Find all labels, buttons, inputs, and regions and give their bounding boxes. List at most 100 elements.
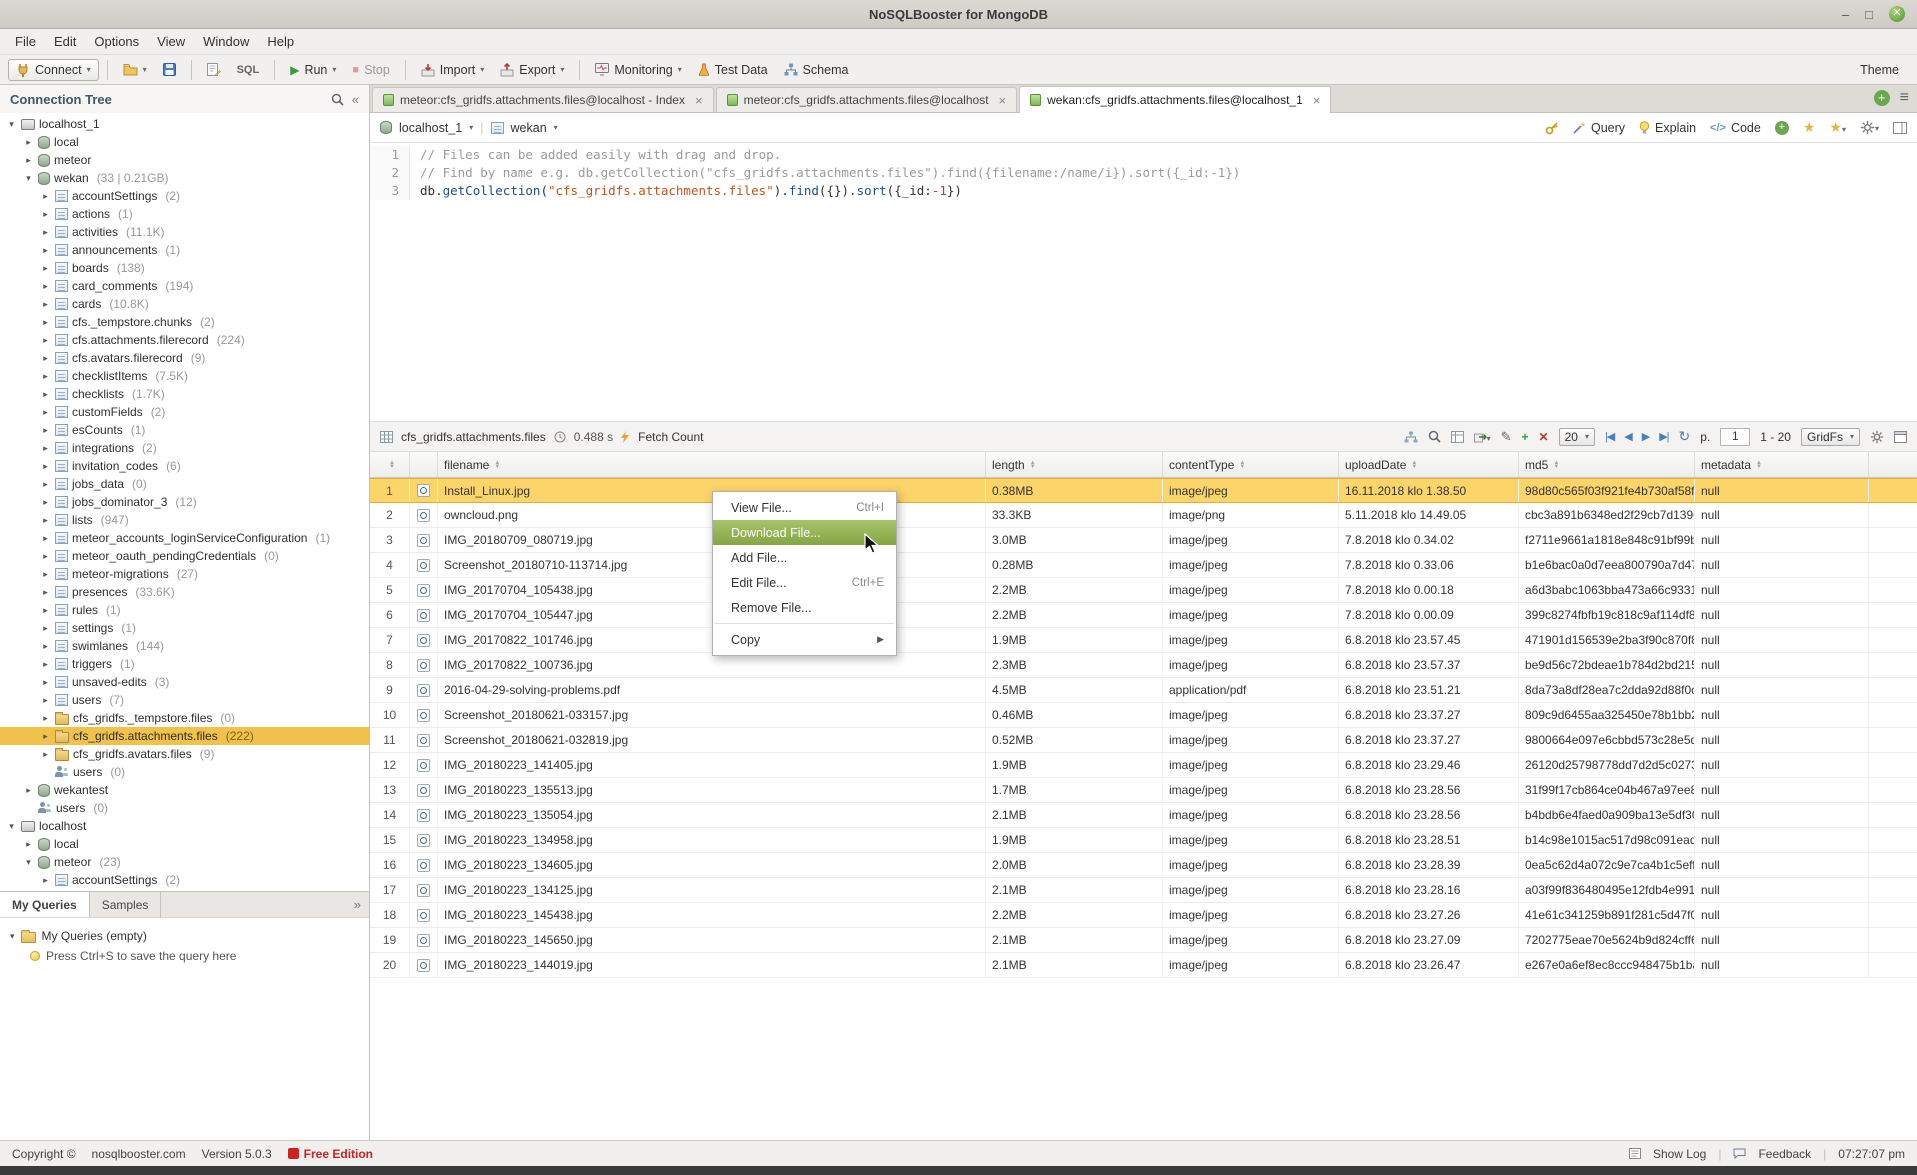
breadcrumb-connection[interactable]: localhost_1 (399, 121, 462, 135)
page-input[interactable]: 1 (1720, 428, 1750, 446)
view-file-icon[interactable] (417, 784, 430, 797)
my-queries-root[interactable]: ▾ My Queries (empty) (10, 926, 359, 946)
tree-item-accountsettings[interactable]: ▸accountSettings(2) (0, 187, 369, 205)
expand-arrow-icon[interactable]: ▸ (40, 245, 51, 256)
search-icon[interactable] (331, 93, 344, 106)
table-row[interactable]: 92016-04-29-solving-problems.pdf4.5MBapp… (370, 678, 1917, 703)
expand-arrow-icon[interactable]: ▸ (40, 731, 51, 742)
table-row[interactable]: 10Screenshot_20180621-033157.jpg0.46MBim… (370, 703, 1917, 728)
new-tab-icon[interactable]: + (1874, 90, 1890, 106)
table-row[interactable]: 17IMG_20180223_134125.jpg2.1MBimage/jpeg… (370, 878, 1917, 903)
tree-item-users[interactable]: users(0) (0, 763, 369, 781)
expand-arrow-icon[interactable]: ▸ (40, 641, 51, 652)
feedback-button[interactable]: Feedback (1758, 1147, 1811, 1161)
collapse-arrow-icon[interactable]: ▾ (6, 821, 17, 832)
expand-arrow-icon[interactable]: ▸ (40, 605, 51, 616)
sort-icon[interactable]: ▲▼ (1030, 461, 1036, 469)
save-button[interactable] (156, 60, 183, 79)
expand-arrow-icon[interactable]: ▸ (40, 389, 51, 400)
tree-item-cfs-avatars-filerecord[interactable]: ▸cfs.avatars.filerecord(9) (0, 349, 369, 367)
expand-arrow-icon[interactable]: ▸ (23, 839, 34, 850)
expand-arrow-icon[interactable]: ▸ (40, 551, 51, 562)
import-button[interactable]: Import ▾ (414, 60, 491, 80)
schema-button[interactable]: Schema (777, 60, 856, 80)
tree-item-jobs-dominator-3[interactable]: ▸jobs_dominator_3(12) (0, 493, 369, 511)
open-file-button[interactable]: ▾ (116, 60, 154, 79)
tree-item-settings[interactable]: ▸settings(1) (0, 619, 369, 637)
tree-item-checklists[interactable]: ▸checklists(1.7K) (0, 385, 369, 403)
star-icon[interactable]: ★ (1803, 119, 1816, 136)
collapse-arrow-icon[interactable]: ▾ (10, 931, 15, 942)
view-file-icon[interactable] (417, 734, 430, 747)
tree-item-actions[interactable]: ▸actions(1) (0, 205, 369, 223)
table-row[interactable]: 16IMG_20180223_134605.jpg2.0MBimage/jpeg… (370, 853, 1917, 878)
key-icon[interactable] (1545, 121, 1559, 135)
tree-item-card-comments[interactable]: ▸card_comments(194) (0, 277, 369, 295)
table-row[interactable]: 5IMG_20170704_105438.jpg2.2MBimage/jpeg7… (370, 578, 1917, 603)
tree-item-jobs-data[interactable]: ▸jobs_data(0) (0, 475, 369, 493)
tree-item-local[interactable]: ▸local (0, 835, 369, 853)
column-header-length[interactable]: length▲▼ (986, 452, 1163, 477)
expand-arrow-icon[interactable]: ▸ (40, 497, 51, 508)
expand-arrow-icon[interactable]: ▸ (40, 875, 51, 886)
menu-file[interactable]: File (6, 31, 45, 52)
tree-item-meteor-oauth-pendingcredentials[interactable]: ▸meteor_oauth_pendingCredentials(0) (0, 547, 369, 565)
tree-item-triggers[interactable]: ▸triggers(1) (0, 655, 369, 673)
edit-document-icon[interactable]: ✎ (1501, 429, 1512, 445)
export-button[interactable]: Export ▾ (493, 60, 571, 80)
tab-my-queries[interactable]: My Queries (0, 892, 90, 917)
query-button[interactable]: Query (1573, 121, 1625, 135)
menu-options[interactable]: Options (85, 31, 148, 52)
expand-arrow-icon[interactable]: ▸ (23, 137, 34, 148)
collapse-arrow-icon[interactable]: ▾ (23, 173, 34, 184)
site-link[interactable]: nosqlbooster.com (92, 1147, 186, 1161)
search-icon[interactable] (1428, 430, 1441, 443)
settings-menu[interactable]: ▾ (1860, 120, 1879, 135)
delete-document-icon[interactable]: ✕ (1539, 430, 1549, 444)
tree-item-cfs-tempstore-chunks[interactable]: ▸cfs._tempstore.chunks(2) (0, 313, 369, 331)
breadcrumb-database[interactable]: wekan (511, 121, 547, 135)
code-line[interactable]: 3db.getCollection("cfs_gridfs.attachment… (370, 182, 1917, 200)
column-header-md5[interactable]: md5▲▼ (1519, 452, 1695, 477)
sort-icon[interactable]: ▲▼ (389, 461, 395, 469)
next-page-icon[interactable]: ▶ (1642, 430, 1649, 443)
view-file-icon[interactable] (417, 884, 430, 897)
expand-arrow-icon[interactable]: ▸ (40, 713, 51, 724)
hierarchy-icon[interactable] (1404, 431, 1418, 443)
tab-close-icon[interactable]: × (999, 93, 1007, 108)
context-menu-item-view-file[interactable]: View File...Ctrl+I (713, 495, 896, 520)
sort-icon[interactable]: ▲▼ (1411, 461, 1417, 469)
expand-arrow-icon[interactable]: ▸ (23, 785, 34, 796)
tree-item-meteor-migrations[interactable]: ▸meteor-migrations(27) (0, 565, 369, 583)
show-log-button[interactable]: Show Log (1653, 1147, 1706, 1161)
expand-arrow-icon[interactable]: ▸ (40, 515, 51, 526)
menu-window[interactable]: Window (194, 31, 258, 52)
expand-arrow-icon[interactable]: ▸ (40, 749, 51, 760)
tab-samples[interactable]: Samples (90, 892, 162, 917)
collapse-arrow-icon[interactable]: ▾ (23, 857, 34, 868)
explain-button[interactable]: Explain (1639, 121, 1696, 135)
view-file-icon[interactable] (417, 509, 430, 522)
sort-icon[interactable]: ▲▼ (1553, 461, 1559, 469)
tree-item-swimlanes[interactable]: ▸swimlanes(144) (0, 637, 369, 655)
expand-arrow-icon[interactable]: ▸ (40, 371, 51, 382)
expand-arrow-icon[interactable]: ▸ (23, 155, 34, 166)
expand-arrow-icon[interactable]: ▸ (40, 443, 51, 454)
refresh-icon[interactable]: ↻ (1679, 428, 1691, 445)
stop-button[interactable]: ■ Stop (345, 60, 396, 80)
maximize-panel-icon[interactable] (1894, 431, 1907, 443)
expand-arrow-icon[interactable]: ▸ (40, 191, 51, 202)
tree-item-invitation-codes[interactable]: ▸invitation_codes(6) (0, 457, 369, 475)
expand-arrow-icon[interactable]: ▸ (40, 281, 51, 292)
tree-item-meteor[interactable]: ▾meteor(23) (0, 853, 369, 871)
tree-item-meteor-accounts-loginserviceconfiguration[interactable]: ▸meteor_accounts_loginServiceConfigurati… (0, 529, 369, 547)
first-page-icon[interactable]: |◀ (1605, 430, 1614, 443)
view-file-icon[interactable] (417, 634, 430, 647)
column-header-uploaddate[interactable]: uploadDate▲▼ (1339, 452, 1519, 477)
minimize-icon[interactable]: – (1842, 7, 1849, 22)
view-file-icon[interactable] (417, 759, 430, 772)
code-button[interactable]: </> Code (1710, 121, 1761, 135)
view-file-icon[interactable] (417, 484, 430, 497)
expand-arrow-icon[interactable]: ▸ (40, 425, 51, 436)
expand-arrow-icon[interactable]: ▸ (40, 227, 51, 238)
